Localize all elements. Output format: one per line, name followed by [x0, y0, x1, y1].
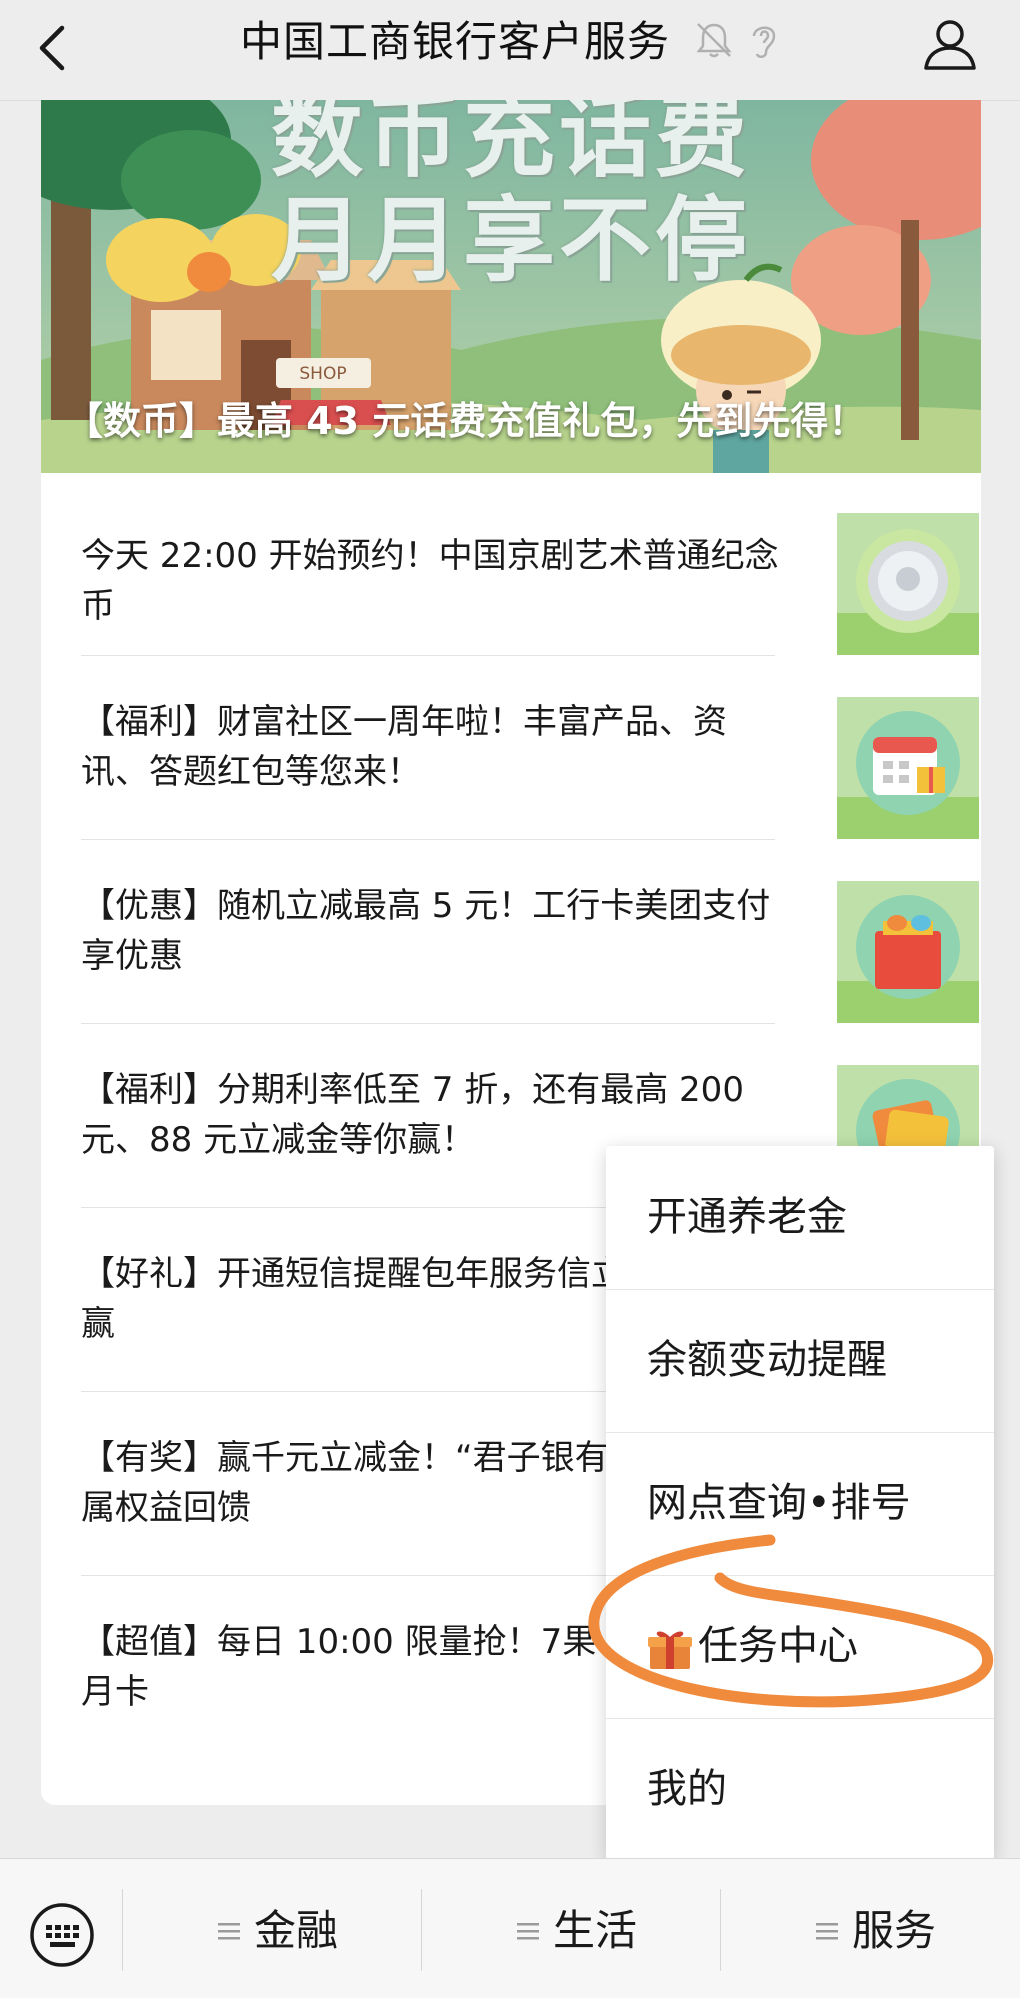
separator: [421, 1889, 422, 1971]
list-item[interactable]: 今天 22:00 开始预约！中国京剧艺术普通纪念币: [81, 473, 979, 657]
menu-item-task-center[interactable]: 任务中心: [606, 1575, 994, 1719]
ear-icon: [752, 26, 776, 58]
shop-sign-text: SHOP: [299, 364, 346, 384]
keyboard-icon: [30, 1903, 94, 1967]
tab-label: 服务: [852, 1906, 937, 1955]
menu-item-label: 余额变动提醒: [647, 1337, 887, 1383]
separator: [122, 1889, 123, 1971]
menu-item-label: 我的: [647, 1766, 727, 1812]
menu-item-branch-query[interactable]: 网点查询•排号: [606, 1432, 994, 1576]
service-menu: 开通养老金 余额变动提醒 网点查询•排号 任务中心 我的: [606, 1146, 994, 1861]
list-item[interactable]: 【优惠】随机立减最高 5 元！工行卡美团支付享优惠: [81, 841, 979, 1025]
profile-button[interactable]: [918, 12, 982, 76]
keyboard-button[interactable]: [28, 1901, 96, 1969]
divider: [81, 655, 775, 656]
tab-label: 金融: [254, 1906, 339, 1955]
tab-finance[interactable]: 金融: [218, 1901, 338, 1961]
tab-service[interactable]: 服务: [816, 1901, 936, 1961]
menu-item-label: 任务中心: [698, 1623, 858, 1669]
menu-lines-icon: [816, 1922, 838, 1939]
top-bar: 中国工商银行客户服务: [0, 0, 1020, 101]
menu-item-pension[interactable]: 开通养老金: [606, 1146, 994, 1290]
commemorative-coin-thumbnail: [837, 513, 979, 655]
separator: [720, 1889, 721, 1971]
banner-headline-line2: 月月享不停: [270, 187, 751, 294]
article-title: 今天 22:00 开始预约！中国京剧艺术普通纪念币: [81, 536, 779, 626]
menu-lines-icon: [517, 1922, 539, 1939]
menu-item-balance-alert[interactable]: 余额变动提醒: [606, 1289, 994, 1433]
menu-lines-icon: [218, 1922, 240, 1939]
menu-item-label: 网点查询•排号: [647, 1480, 911, 1526]
banner-caption: 【数币】最高 43 元话费充值礼包，先到先得！: [65, 399, 867, 443]
tab-label: 生活: [553, 1906, 638, 1955]
gift-icon: [648, 1631, 692, 1669]
menu-item-mine[interactable]: 我的: [606, 1718, 994, 1861]
list-item[interactable]: 【福利】财富社区一周年啦！丰富产品、资讯、答题红包等您来！: [81, 657, 979, 841]
divider: [81, 839, 775, 840]
banner-headline-line1: 数币充话费: [270, 100, 751, 190]
banner[interactable]: SHOP 数币充话费 月月享不停 【数币】最高 43 元话费充值礼包，先到先得！: [41, 100, 981, 473]
banner-headline: 数币充话费 月月享不停: [41, 100, 981, 296]
article-title: 【优惠】随机立减最高 5 元！工行卡美团支付享优惠: [81, 886, 771, 976]
calendar-gift-thumbnail: [837, 697, 979, 839]
divider: [81, 1023, 775, 1024]
page-title: 中国工商银行客户服务: [239, 17, 670, 66]
header-title-wrap: 中国工商银行客户服务: [0, 14, 1020, 70]
gift-bag-thumbnail: [837, 881, 979, 1023]
bottom-menu-bar: 金融 生活 服务: [0, 1858, 1020, 1998]
bell-muted-icon: [696, 23, 732, 58]
person-icon: [924, 20, 976, 70]
menu-item-label: 开通养老金: [647, 1194, 847, 1240]
article-title: 【福利】财富社区一周年啦！丰富产品、资讯、答题红包等您来！: [81, 702, 727, 792]
tab-life[interactable]: 生活: [517, 1901, 637, 1961]
